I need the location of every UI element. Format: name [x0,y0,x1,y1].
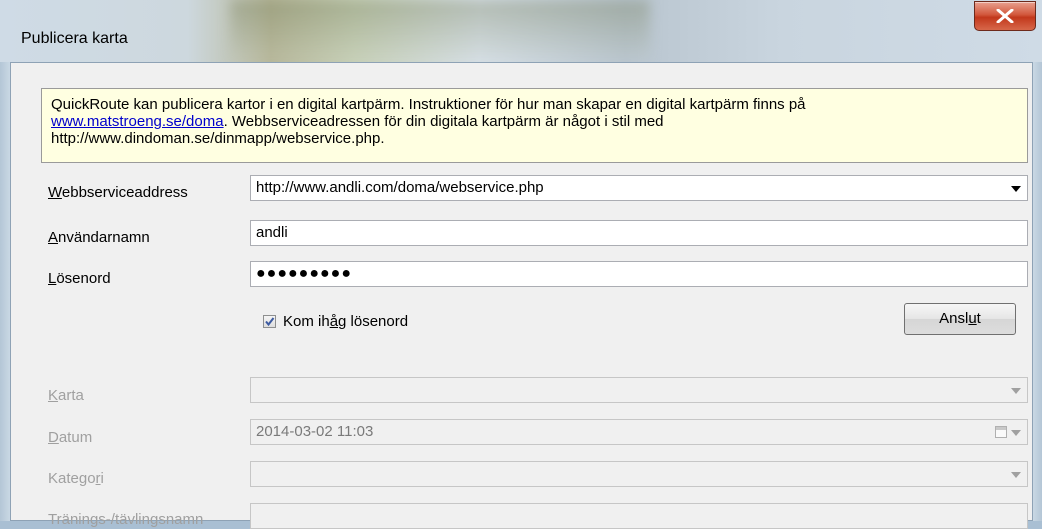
close-icon [996,9,1014,23]
map-combobox[interactable] [250,377,1028,403]
category-combobox[interactable] [250,461,1028,487]
password-label: Lösenord [48,270,111,287]
webservice-label: Webbserviceaddress [48,184,188,201]
date-value: 2014-03-02 11:03 [256,423,374,440]
date-label: Datum [48,429,93,446]
username-value: andli [256,224,288,241]
dialog-body: QuickRoute kan publicera kartor i en dig… [10,62,1033,529]
event-name-input[interactable] [250,503,1028,529]
title-bar: Publicera karta [0,0,1042,62]
password-value: ●●●●●●●●● [256,265,352,282]
chevron-down-icon[interactable] [1011,430,1021,436]
remember-password-label[interactable]: Kom ihåg lösenord [283,313,408,330]
window-title: Publicera karta [21,30,128,47]
title-bar-background [230,0,650,60]
map-label: Karta [48,387,84,404]
info-text-2: . Webbserviceadressen för din digitala k… [223,113,664,130]
chevron-down-icon[interactable] [1011,186,1021,192]
date-picker[interactable]: 2014-03-02 11:03 [250,419,1028,445]
event-name-label: Tränings-/tävlingsnamn [48,511,204,528]
category-label: Kategori [48,470,104,487]
chevron-down-icon[interactable] [1011,388,1021,394]
calendar-icon[interactable] [995,426,1007,438]
info-link[interactable]: www.matstroeng.se/doma [51,113,224,130]
close-button[interactable] [974,1,1036,31]
webservice-value: http://www.andli.com/doma/webservice.php [256,179,544,196]
checkmark-icon [265,317,275,327]
window-frame-left [0,62,10,521]
password-input[interactable]: ●●●●●●●●● [250,261,1028,287]
username-input[interactable]: andli [250,220,1028,246]
chevron-down-icon[interactable] [1011,472,1021,478]
window-frame-right [1033,62,1042,521]
webservice-combobox[interactable]: http://www.andli.com/doma/webservice.php [250,175,1028,201]
info-example-url: http://www.dindoman.se/dinmapp/webservic… [51,130,385,147]
remember-password-checkbox[interactable] [263,315,276,328]
connect-button[interactable]: Anslut [904,303,1016,335]
info-text: QuickRoute kan publicera kartor i en dig… [51,96,806,113]
username-label: Användarnamn [48,229,150,246]
info-box: QuickRoute kan publicera kartor i en dig… [41,88,1028,163]
